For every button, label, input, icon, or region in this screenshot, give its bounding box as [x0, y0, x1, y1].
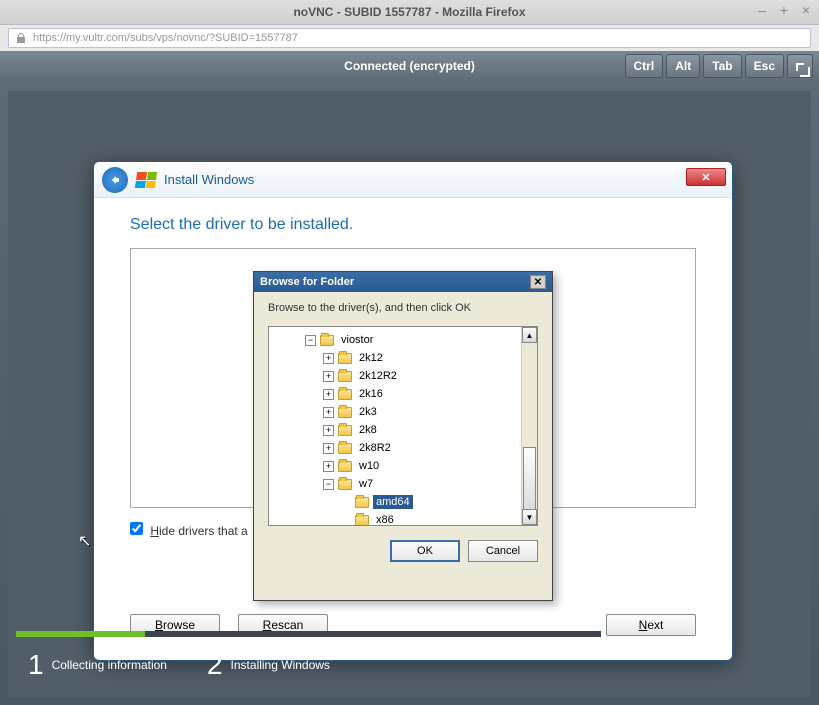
vnc-status: Connected (encrypted) [344, 59, 475, 73]
tree-item[interactable]: +2k12 [271, 349, 535, 367]
collapse-icon[interactable]: − [323, 479, 334, 490]
maximize-icon[interactable]: + [777, 3, 791, 17]
folder-icon [338, 371, 352, 382]
back-button[interactable] [102, 167, 128, 193]
tree-item[interactable]: +2k12R2 [271, 367, 535, 385]
hide-drivers-label: Hide drivers that a [150, 524, 247, 538]
alt-button[interactable]: Alt [666, 54, 700, 78]
scroll-up-icon[interactable]: ▲ [522, 327, 537, 343]
ok-button[interactable]: OK [390, 540, 460, 562]
back-arrow-icon [108, 173, 122, 187]
close-icon[interactable]: × [799, 3, 813, 17]
browser-title: noVNC - SUBID 1557787 - Mozilla Firefox [293, 5, 525, 19]
page-heading: Select the driver to be installed. [130, 216, 696, 234]
expand-icon[interactable]: + [323, 425, 334, 436]
url-text: https://my.vultr.com/subs/vps/novnc/?SUB… [33, 32, 298, 44]
folder-icon [338, 425, 352, 436]
scroll-down-icon[interactable]: ▼ [522, 509, 537, 525]
expand-icon[interactable]: + [323, 371, 334, 382]
dialog-titlebar[interactable]: Browse for Folder ✕ [254, 272, 552, 292]
remote-desktop: Install Windows ✕ Select the driver to b… [8, 91, 811, 697]
windows-logo-icon [135, 172, 157, 188]
step-2-number: 2 [207, 649, 223, 681]
wizard-header: Install Windows ✕ [94, 162, 732, 198]
folder-icon [320, 335, 334, 346]
expand-icon[interactable]: + [323, 407, 334, 418]
tree-item[interactable]: +2k8 [271, 421, 535, 439]
tree-item[interactable]: +2k3 [271, 403, 535, 421]
tree-item[interactable]: +2k8R2 [271, 439, 535, 457]
dialog-close-button[interactable]: ✕ [530, 275, 546, 289]
folder-icon [338, 407, 352, 418]
folder-icon [355, 497, 369, 508]
folder-tree[interactable]: −viostor +2k12 +2k12R2 +2k16 +2k3 +2k8 +… [268, 326, 538, 526]
progress-fill [16, 631, 145, 637]
folder-icon [355, 515, 369, 526]
ctrl-button[interactable]: Ctrl [625, 54, 664, 78]
url-input[interactable]: https://my.vultr.com/subs/vps/novnc/?SUB… [8, 28, 811, 48]
next-button[interactable]: Next [606, 614, 696, 636]
setup-steps: 1 Collecting information 2 Installing Wi… [28, 649, 330, 681]
expand-icon[interactable]: + [323, 389, 334, 400]
cancel-button[interactable]: Cancel [468, 540, 538, 562]
tree-item[interactable]: +w10 [271, 457, 535, 475]
step-2-label: Installing Windows [231, 658, 330, 672]
tree-item-x86[interactable]: x86 [271, 511, 535, 526]
wizard-close-button[interactable]: ✕ [686, 168, 726, 186]
expand-icon[interactable]: + [323, 461, 334, 472]
dialog-instruction: Browse to the driver(s), and then click … [254, 292, 552, 320]
vnc-toolbar: Connected (encrypted) Ctrl Alt Tab Esc [0, 51, 819, 81]
wizard-title: Install Windows [164, 172, 254, 187]
browser-titlebar: noVNC - SUBID 1557787 - Mozilla Firefox … [0, 0, 819, 25]
tree-item-w7[interactable]: −w7 [271, 475, 535, 493]
window-controls: – + × [755, 3, 813, 17]
esc-button[interactable]: Esc [745, 54, 784, 78]
expand-icon[interactable]: + [323, 353, 334, 364]
tree-scrollbar[interactable]: ▲ ▼ [521, 327, 537, 525]
tab-button[interactable]: Tab [703, 54, 741, 78]
tree-item[interactable]: +2k16 [271, 385, 535, 403]
fullscreen-button[interactable] [787, 54, 813, 78]
scroll-thumb[interactable] [523, 447, 536, 517]
urlbar-row: https://my.vultr.com/subs/vps/novnc/?SUB… [0, 25, 819, 51]
hide-drivers-checkbox[interactable] [130, 522, 143, 535]
minimize-icon[interactable]: – [755, 3, 769, 17]
fullscreen-icon [796, 63, 804, 71]
tree-item-viostor[interactable]: −viostor [271, 331, 535, 349]
folder-icon [338, 353, 352, 364]
folder-icon [338, 443, 352, 454]
vnc-viewport: Connected (encrypted) Ctrl Alt Tab Esc I… [0, 51, 819, 705]
folder-icon [338, 479, 352, 490]
expand-icon[interactable]: + [323, 443, 334, 454]
cursor-icon: ↖ [78, 531, 91, 551]
step-1-number: 1 [28, 649, 44, 681]
lock-icon [15, 32, 27, 44]
step-1-label: Collecting information [52, 658, 167, 672]
folder-icon [338, 461, 352, 472]
setup-progress [16, 631, 601, 637]
browse-folder-dialog: Browse for Folder ✕ Browse to the driver… [253, 271, 553, 601]
collapse-icon[interactable]: − [305, 335, 316, 346]
folder-icon [338, 389, 352, 400]
dialog-title: Browse for Folder [260, 276, 354, 288]
tree-item-amd64[interactable]: amd64 [271, 493, 535, 511]
